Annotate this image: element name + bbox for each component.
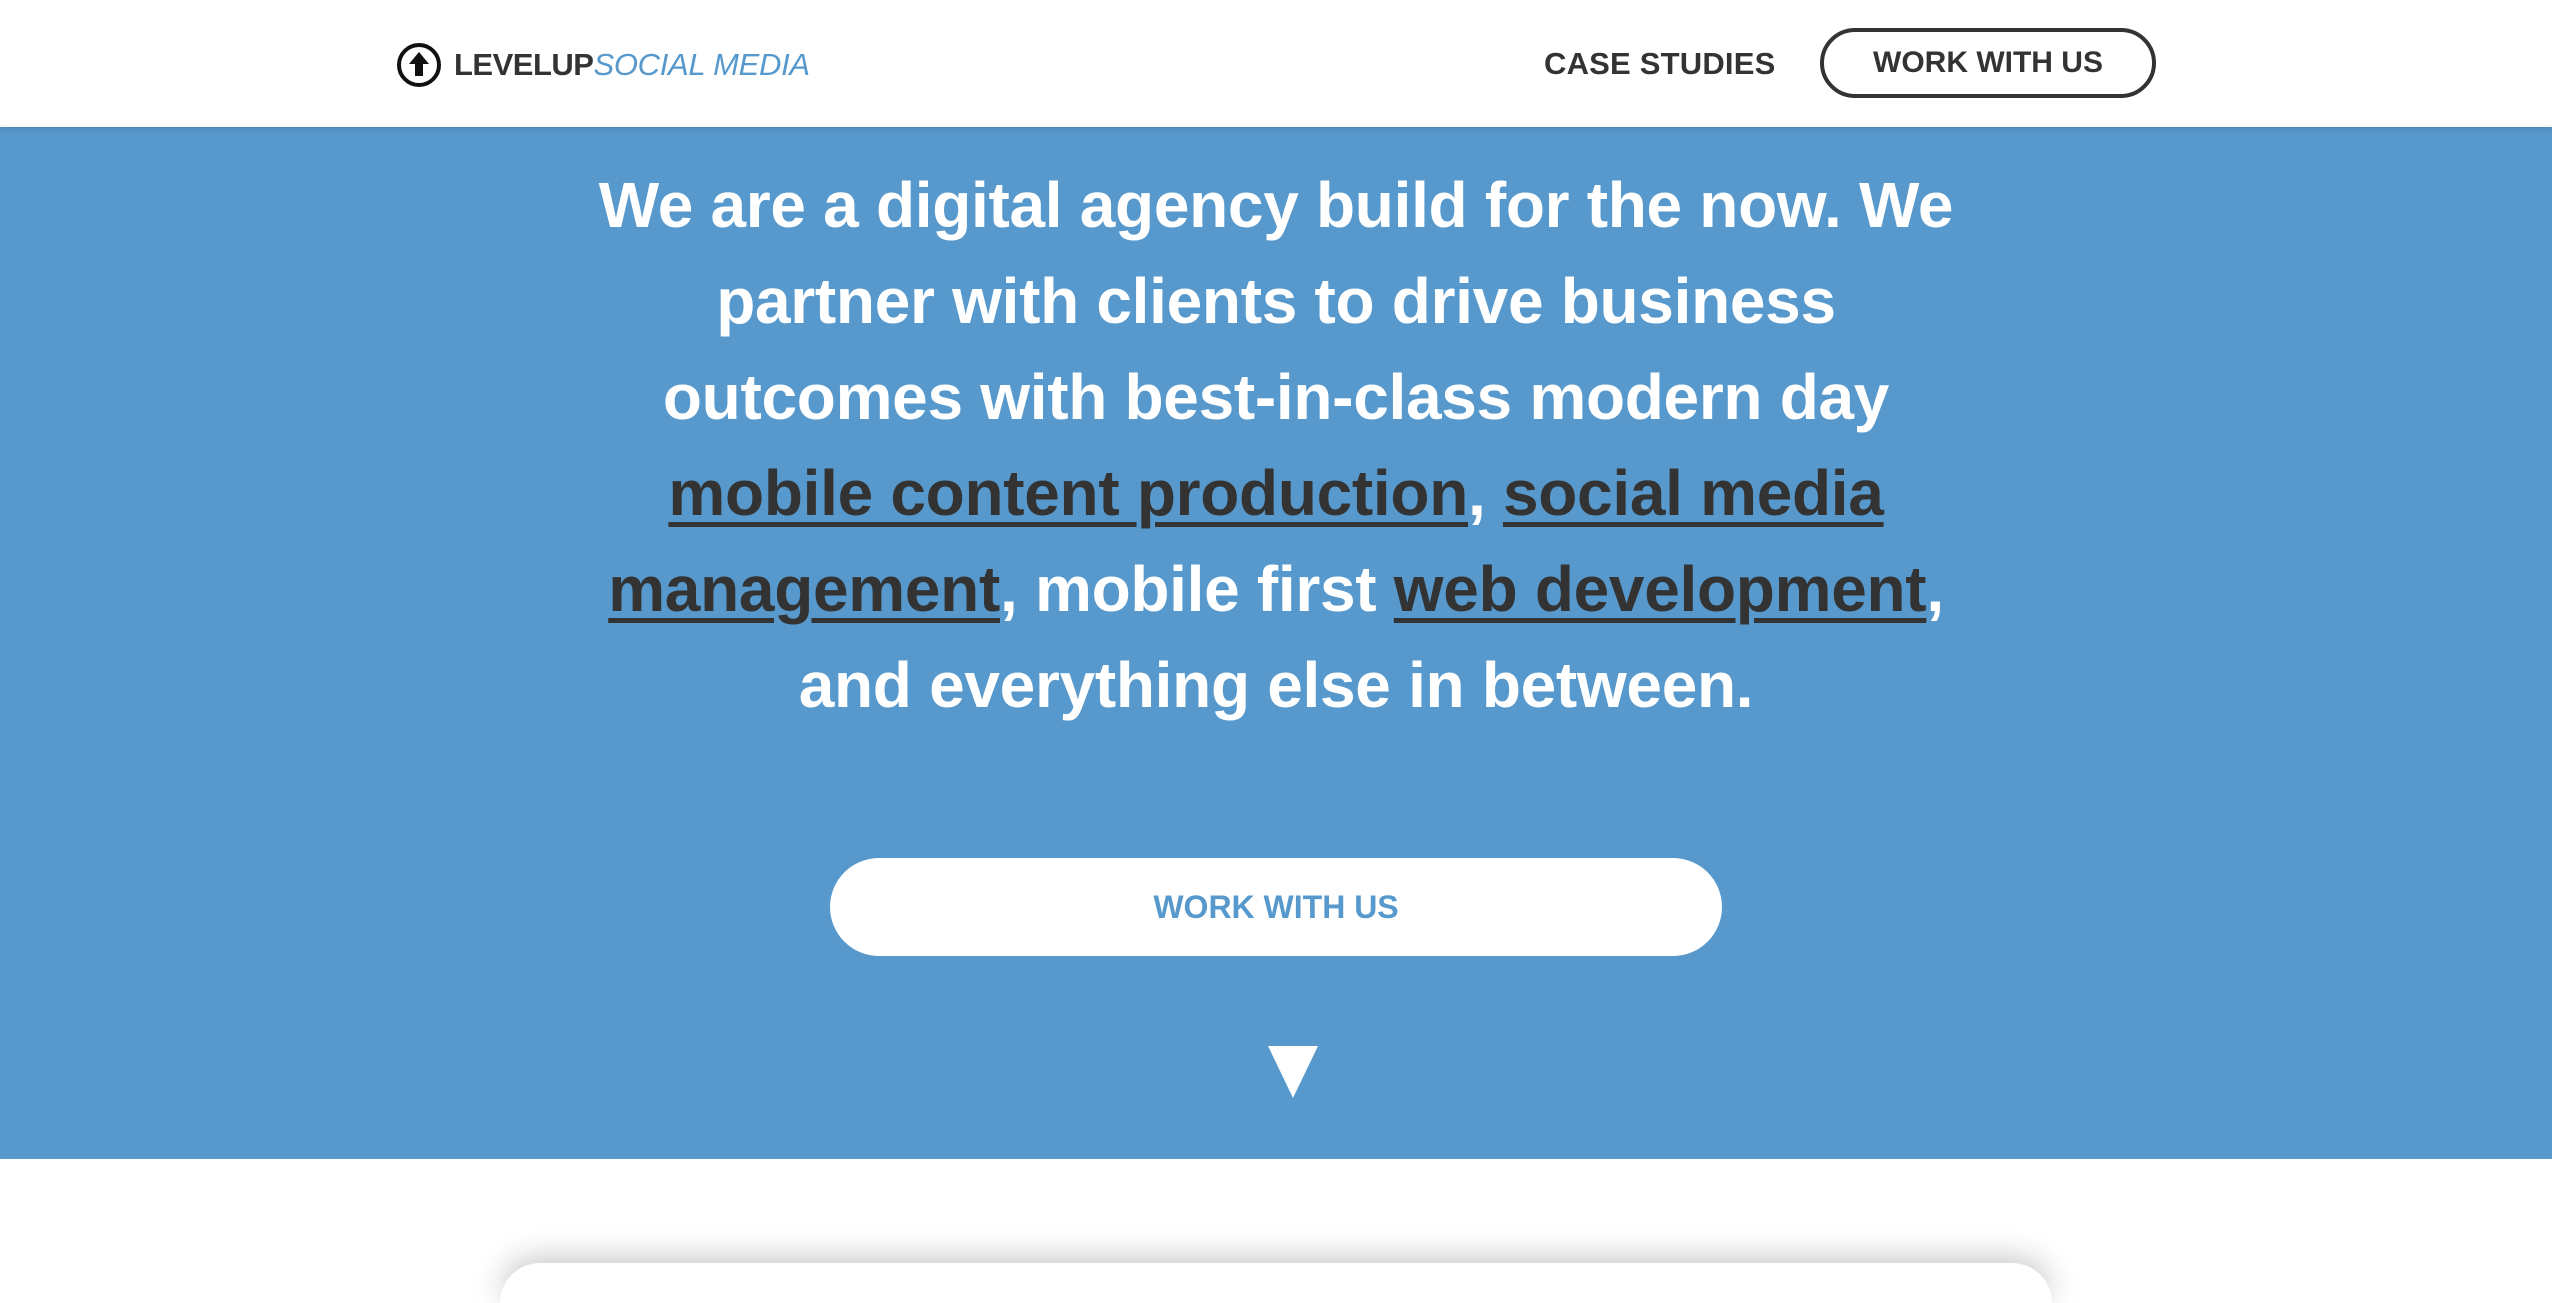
hero-work-with-us-button[interactable]: WORK WITH US <box>830 858 1722 956</box>
logo-text-social-media: SOCIAL MEDIA <box>593 47 810 82</box>
nav-work-with-us-button[interactable]: WORK WITH US <box>1820 28 2156 98</box>
content-section <box>0 1159 2552 1303</box>
triangle-down-icon[interactable] <box>1268 1046 1318 1098</box>
hero-statement: We are a digital agency build for the no… <box>560 157 1992 733</box>
nav-case-studies-link[interactable]: CASE STUDIES <box>1544 46 1776 82</box>
hero-text-separator: , <box>1468 457 1503 529</box>
site-header: LEVELUP SOCIAL MEDIA CASE STUDIES WORK WI… <box>0 0 2552 127</box>
link-web-development[interactable]: web development <box>1394 553 1927 625</box>
logo-text-levelup: LEVELUP <box>454 47 594 82</box>
content-card <box>500 1263 2052 1303</box>
hero-section: We are a digital agency build for the no… <box>0 127 2552 1159</box>
hero-text-middle: , mobile first <box>1000 553 1394 625</box>
arrow-up-circle-icon <box>397 43 441 87</box>
link-mobile-content-production[interactable]: mobile content production <box>668 457 1468 529</box>
hero-text-intro: We are a digital agency build for the no… <box>598 169 1954 433</box>
logo-link[interactable]: LEVELUP SOCIAL MEDIA <box>396 40 810 90</box>
